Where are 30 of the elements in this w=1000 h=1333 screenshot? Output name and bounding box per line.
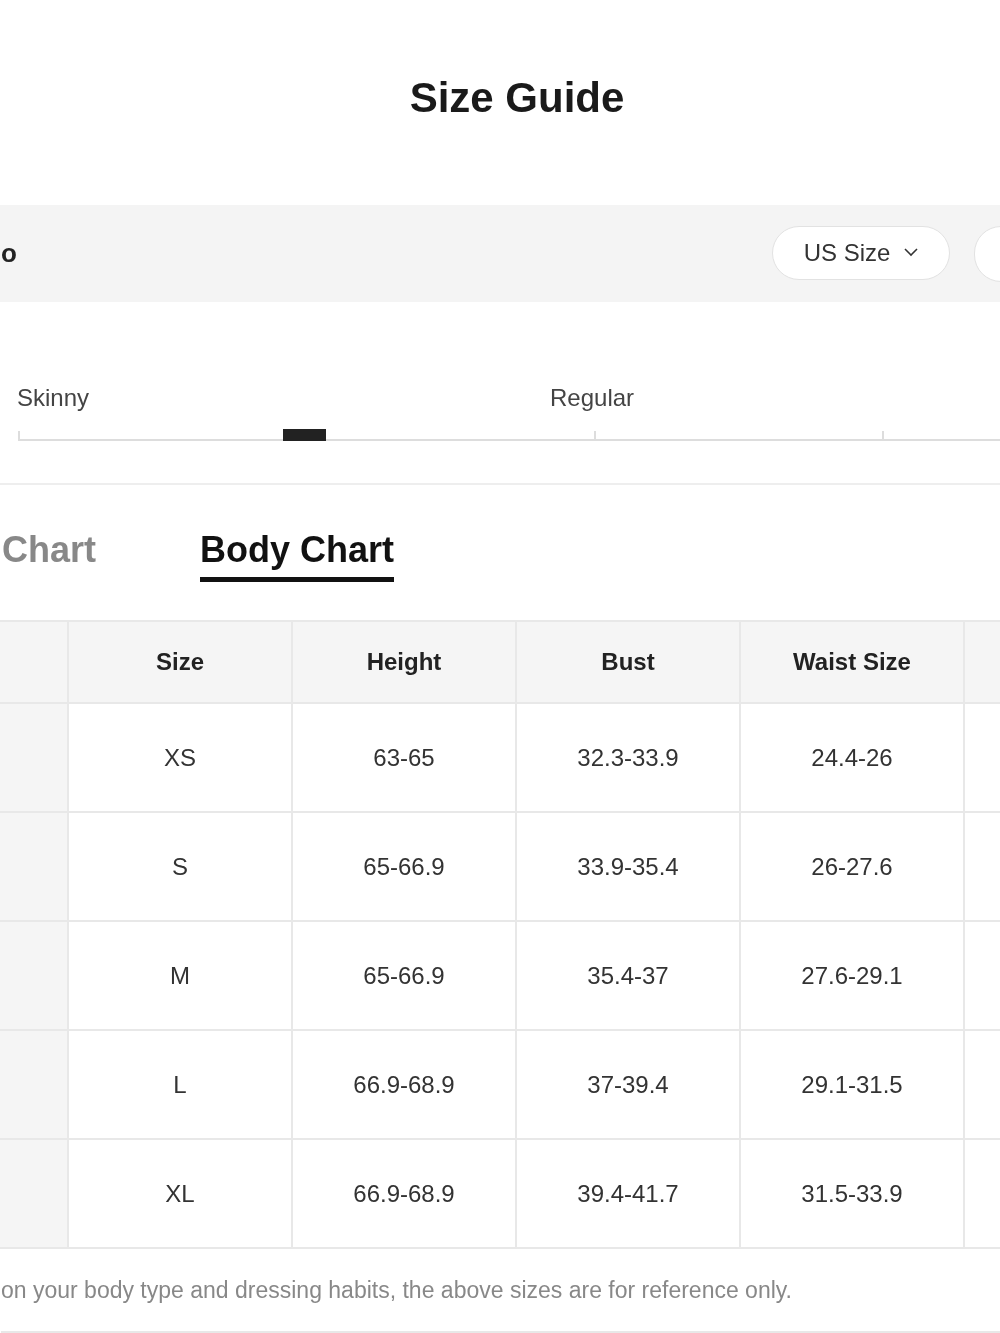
chart-tab[interactable]: Chart	[2, 529, 96, 582]
fit-label: Regular	[550, 384, 635, 412]
table-cell: 65-66.9	[292, 921, 516, 1030]
table-cell: XL	[68, 1139, 292, 1248]
slider-thumb[interactable]	[283, 429, 327, 441]
table-cell: 66.9-68.9	[292, 1139, 516, 1248]
table-cell: L	[68, 1030, 292, 1139]
column-header: Bust	[516, 621, 740, 703]
table-cell: XS	[68, 703, 292, 812]
page-title: Size Guide	[408, 73, 626, 123]
table-cell: 66.9-68.9	[292, 1030, 516, 1139]
column-header: Height	[292, 621, 516, 703]
toolbar-label: o	[1, 238, 17, 269]
reference-note: on your body type and dressing habits, the above sizes are for reference only.	[1, 1249, 1000, 1333]
chart-tab[interactable]: Body Chart	[200, 529, 395, 582]
table-cell: S	[68, 812, 292, 921]
table-cell: 39.4-41.7	[516, 1139, 740, 1248]
table-cell: 37-39.4	[516, 1030, 740, 1139]
table-cell: 33.9-35.4	[516, 812, 740, 921]
column-header: Size	[68, 621, 292, 703]
table-cell: 32.3-33.9	[516, 703, 740, 812]
table-cell: 65-66.9	[292, 812, 516, 921]
slider-track[interactable]	[18, 429, 1000, 441]
table-cell: M	[68, 921, 292, 1030]
column-header: Waist Size	[740, 621, 964, 703]
table-cell: 35.4-37	[516, 921, 740, 1030]
chevron-down-icon	[904, 248, 919, 257]
fit-label: Skinny	[17, 384, 90, 412]
table-cell: 63-65	[292, 703, 516, 812]
unit-dropdown[interactable]: US Size	[772, 225, 950, 280]
